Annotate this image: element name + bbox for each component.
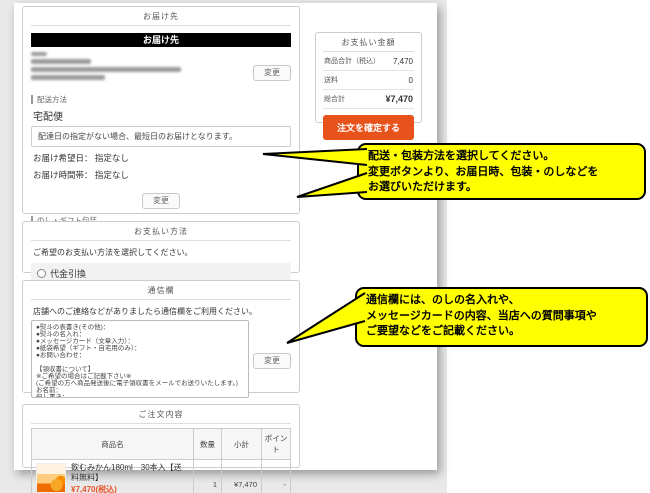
callout-line: 変更ボタンより、お届日時、包装・のしなどを: [368, 165, 635, 181]
recipient-redacted-bar: お届け先: [31, 33, 291, 47]
section-payment-method: お支払い方法 ご希望のお支払い方法を選択してください。 代金引換: [22, 221, 300, 273]
summary-value: 0: [409, 76, 413, 85]
redacted-address-line: [31, 75, 105, 80]
summary-row-total: 総合計 ¥7,470: [323, 90, 414, 109]
summary-label: 送料: [324, 75, 338, 85]
redacted-address-line: [31, 52, 47, 56]
screenshot-canvas: お届け先 お届け先 変更 配送方法 宅配便 配達日の指定がない場合、最短日のお届…: [0, 0, 650, 493]
product-image: [36, 463, 66, 493]
callout-line: 配送・包装方法を選択してください。: [368, 149, 635, 165]
item-qty: 1: [194, 460, 222, 493]
summary-value: 7,470: [393, 57, 413, 66]
col-qty: 数量: [194, 429, 222, 460]
summary-label: 総合計: [324, 94, 345, 104]
cod-radio-label: 代金引換: [50, 267, 86, 280]
callout-shipping-annotation: 配送・包装方法を選択してください。 変更ボタンより、お届日時、包装・のしなどを …: [357, 143, 646, 200]
textarea-line: 【領収書について】: [36, 366, 244, 373]
order-table-header: 商品名 数量 小計 ポイント: [32, 429, 291, 460]
shipping-method-value: 宅配便: [33, 108, 291, 123]
callout-line: お選びいただけます。: [368, 180, 635, 196]
shipping-method-label: 配送方法: [31, 95, 291, 104]
payment-method-title: お支払い方法: [31, 222, 291, 241]
section-order-contents: ご注文内容 商品名 数量 小計 ポイント 飲むみかん180ml 30本入【送料無…: [22, 404, 300, 468]
change-address-button[interactable]: 変更: [253, 65, 291, 81]
textarea-line: ●紙袋希望（ギフト・自宅用のみ）：: [36, 345, 244, 352]
col-subtotal: 小計: [222, 429, 262, 460]
order-section-title: ご注文内容: [31, 405, 291, 424]
textarea-line: ●メッセージカード（文章入力）：: [36, 338, 244, 345]
order-item-row: 飲むみかん180ml 30本入【送料無料】 ¥7,470(税込) 北海道・沖縄県…: [32, 460, 291, 493]
summary-row-subtotal: 商品合計（税込） 7,470: [323, 52, 414, 71]
message-section-title: 通信欄: [31, 281, 291, 300]
item-subtotal: ¥7,470: [222, 460, 262, 493]
textarea-line: ※ご希望の場合はご記載下さい※: [36, 373, 244, 380]
summary-value: ¥7,470: [385, 94, 413, 104]
change-shipping-button[interactable]: 変更: [142, 193, 180, 209]
payment-summary-panel: お支払い金額 商品合計（税込） 7,470 送料 0 総合計 ¥7,470 注文…: [315, 32, 422, 123]
textarea-line: ●お問い合わせ：: [36, 352, 244, 359]
delivery-section-title: お届け先: [31, 7, 291, 26]
textarea-line: ●熨斗の名入れ：: [36, 331, 244, 338]
cod-radio[interactable]: [37, 269, 46, 278]
callout-message-annotation: 通信欄には、のしの名入れや、 メッセージカードの内容、当店への質問事項や ご要望…: [355, 287, 648, 347]
product-name: 飲むみかん180ml 30本入【送料無料】: [71, 463, 189, 483]
summary-label: 商品合計（税込）: [324, 56, 380, 66]
message-prompt: 店舗へのご連絡などがありましたら通信欄をご利用ください。: [33, 306, 291, 317]
payment-method-prompt: ご希望のお支払い方法を選択してください。: [33, 247, 291, 258]
callout-line: ご要望などをご記載ください。: [366, 324, 637, 340]
order-table: 商品名 数量 小計 ポイント 飲むみかん180ml 30本入【送料無料】 ¥7,…: [31, 428, 291, 493]
callout-line: 通信欄には、のしの名入れや、: [366, 293, 637, 309]
summary-row-shipping: 送料 0: [323, 71, 414, 90]
textarea-line: 但し書き：: [36, 394, 244, 398]
delivery-address-block: 変更: [31, 52, 291, 88]
section-delivery: お届け先 お届け先 変更 配送方法 宅配便 配達日の指定がない場合、最短日のお届…: [22, 6, 300, 214]
message-textarea[interactable]: ●熨斗の表書き(その他)： ●熨斗の名入れ： ●メッセージカード（文章入力）： …: [31, 320, 249, 398]
col-points: ポイント: [262, 429, 291, 460]
product-price: ¥7,470(税込): [71, 484, 189, 493]
textarea-line: (ご希望の方へ商品発送後に電子領収書をメールでお送りいたします。): [36, 380, 244, 387]
change-message-button[interactable]: 変更: [253, 353, 291, 369]
textarea-line: ●熨斗の表書き(その他)：: [36, 324, 244, 331]
desired-date-line: お届け希望日： 指定なし: [33, 152, 291, 164]
callout-line: メッセージカードの内容、当店への質問事項や: [366, 309, 637, 325]
redacted-address-line: [31, 59, 91, 64]
redacted-address-line: [31, 67, 181, 72]
item-points: -: [262, 460, 291, 493]
col-product: 商品名: [32, 429, 194, 460]
textarea-line: [36, 359, 244, 366]
shipping-note: 配達日の指定がない場合、最短日のお届けとなります。: [31, 126, 291, 147]
confirm-order-button[interactable]: 注文を確定する: [323, 115, 414, 140]
time-slot-line: お届け時間帯： 指定なし: [33, 169, 291, 181]
textarea-line: お名前：: [36, 387, 244, 394]
summary-title: お支払い金額: [323, 33, 414, 52]
section-message: 通信欄 店舗へのご連絡などがありましたら通信欄をご利用ください。 ●熨斗の表書き…: [22, 280, 300, 393]
